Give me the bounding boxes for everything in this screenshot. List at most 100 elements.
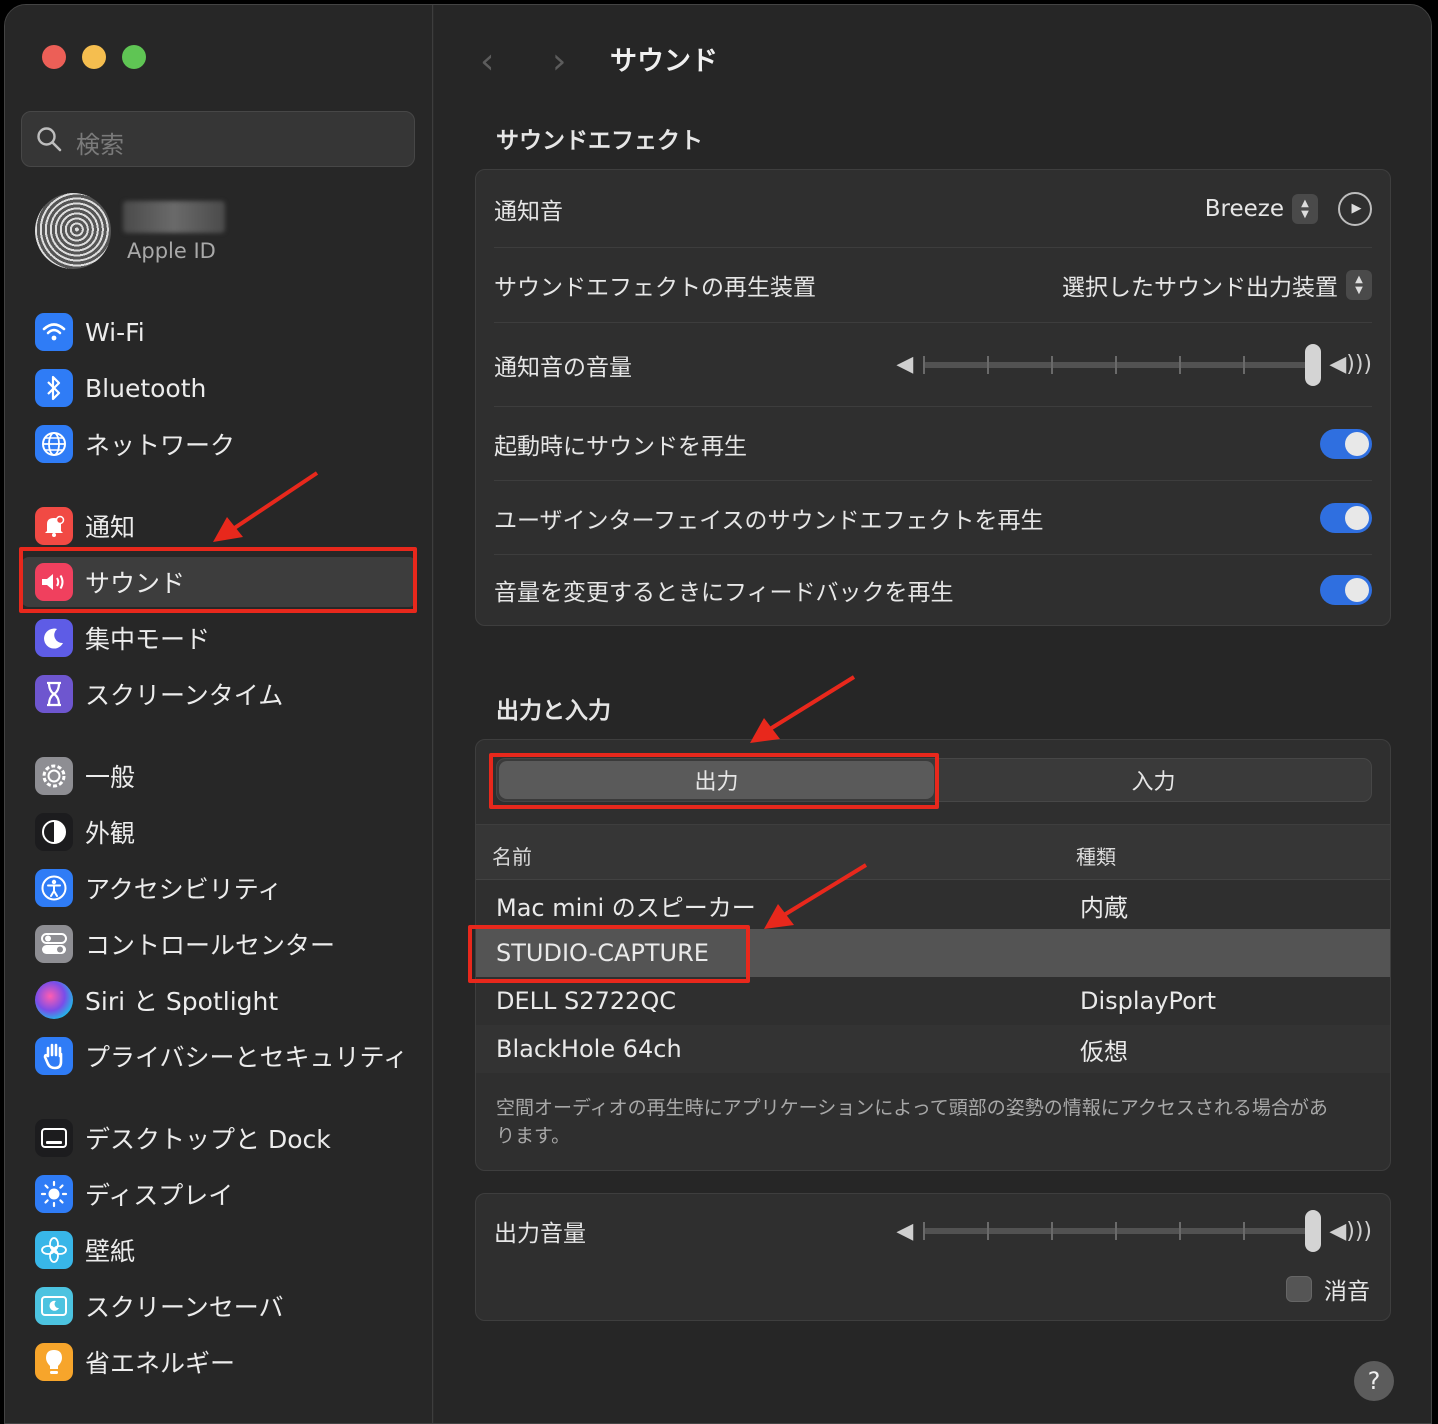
device-type: 仮想 xyxy=(1080,1037,1128,1066)
volume-feedback-row: 音量を変更するときにフィードバックを再生 xyxy=(494,555,1372,625)
speaker-icon xyxy=(35,563,73,601)
appearance-icon xyxy=(35,813,73,851)
sidebar: 検索 Apple ID Wi-Fi Bluetooth ネットワーク 通知 サウ… xyxy=(5,5,433,1423)
sidebar-item-label: 通知 xyxy=(85,513,136,542)
sidebar-item-appearance[interactable]: 外観 xyxy=(21,807,417,857)
play-device-popup[interactable]: 選択したサウンド出力装置 ▲ ▼ xyxy=(1062,268,1372,302)
help-button[interactable]: ? xyxy=(1354,1361,1394,1401)
startup-sound-toggle[interactable] xyxy=(1320,428,1372,459)
sidebar-item-label: 集中モード xyxy=(85,625,211,654)
sidebar-item-energy-saver[interactable]: 省エネルギー xyxy=(21,1337,417,1387)
alert-volume-label: 通知音の音量 xyxy=(494,354,632,381)
sidebar-item-label: プライバシーとセキュリティ xyxy=(85,1043,409,1072)
sidebar-item-label: コントロールセンター xyxy=(85,931,336,960)
sidebar-item-control-center[interactable]: コントロールセンター xyxy=(21,919,417,969)
sidebar-item-wifi[interactable]: Wi-Fi xyxy=(21,307,417,357)
hourglass-icon xyxy=(35,675,73,713)
hand-icon xyxy=(35,1037,73,1075)
sidebar-item-bluetooth[interactable]: Bluetooth xyxy=(21,363,417,413)
ui-sounds-toggle[interactable] xyxy=(1320,502,1372,533)
zoom-button[interactable] xyxy=(122,45,146,69)
sidebar-item-screen-saver[interactable]: スクリーンセーバ xyxy=(21,1281,417,1331)
sidebar-item-desktop-dock[interactable]: デスクトップと Dock xyxy=(21,1113,417,1163)
back-button[interactable]: ‹ xyxy=(480,41,494,82)
sidebar-item-label: 壁紙 xyxy=(85,1237,136,1266)
sidebar-item-label: Bluetooth xyxy=(85,373,207,403)
toggles-icon xyxy=(35,925,73,963)
output-input-tabs: 出力 入力 xyxy=(496,758,1372,802)
search-field[interactable]: 検索 xyxy=(21,111,415,167)
sidebar-item-wallpaper[interactable]: 壁紙 xyxy=(21,1225,417,1275)
alert-volume-slider[interactable] xyxy=(923,343,1322,386)
apple-id-label: Apple ID xyxy=(127,239,216,263)
sidebar-item-privacy[interactable]: プライバシーとセキュリティ xyxy=(21,1031,417,1081)
close-button[interactable] xyxy=(42,45,66,69)
device-name: STUDIO-CAPTURE xyxy=(496,939,709,967)
column-header-name[interactable]: 名前 xyxy=(492,841,532,870)
alert-sound-label: 通知音 xyxy=(494,198,563,225)
sidebar-item-label: 外観 xyxy=(85,819,136,848)
ui-sounds-label: ユーザインターフェイスのサウンドエフェクトを再生 xyxy=(494,507,1044,534)
speaker-low-icon: ◀ xyxy=(896,352,914,377)
sidebar-item-displays[interactable]: ディスプレイ xyxy=(21,1169,417,1219)
search-icon xyxy=(37,127,62,152)
alert-sound-value: Breeze xyxy=(1204,195,1284,222)
apple-id-item[interactable]: Apple ID xyxy=(35,193,225,269)
sun-icon xyxy=(35,1175,73,1213)
alert-sound-row: 通知音 Breeze ▲ ▼ ▶ xyxy=(494,170,1372,248)
sidebar-item-label: 省エネルギー xyxy=(85,1349,236,1378)
avatar xyxy=(35,193,111,269)
annotation-arrow xyxy=(750,675,856,743)
table-row[interactable]: BlackHole 64ch 仮想 xyxy=(476,1025,1390,1073)
sidebar-item-sound[interactable]: サウンド xyxy=(21,557,417,607)
forward-button[interactable]: › xyxy=(552,41,566,82)
volume-feedback-toggle[interactable] xyxy=(1320,575,1372,605)
sidebar-item-network[interactable]: ネットワーク xyxy=(21,419,417,469)
output-volume-label: 出力音量 xyxy=(494,1221,586,1247)
mute-checkbox[interactable]: 消音 xyxy=(1286,1272,1370,1306)
moon-icon xyxy=(35,619,73,657)
sidebar-item-screen-time[interactable]: スクリーンタイム xyxy=(21,669,417,719)
section-title-output-input: 出力と入力 xyxy=(496,698,611,724)
play-device-value: 選択したサウンド出力装置 xyxy=(1062,275,1338,301)
slider-thumb[interactable] xyxy=(1305,343,1322,386)
tab-output[interactable]: 出力 xyxy=(499,761,934,799)
sidebar-item-siri-spotlight[interactable]: Siri と Spotlight xyxy=(21,975,417,1025)
slider-thumb[interactable] xyxy=(1305,1210,1322,1252)
sidebar-item-general[interactable]: 一般 xyxy=(21,751,417,801)
section-title-sound-effects: サウンドエフェクト xyxy=(496,128,703,154)
sidebar-item-label: デスクトップと Dock xyxy=(85,1125,331,1154)
device-name: Mac mini のスピーカー xyxy=(496,893,756,922)
table-row[interactable]: DELL S2722QC DisplayPort xyxy=(476,977,1390,1025)
main-pane: ‹ › サウンド サウンドエフェクト 通知音 Breeze ▲ ▼ ▶ サウンドエ… xyxy=(434,5,1431,1423)
startup-sound-row: 起動時にサウンドを再生 xyxy=(494,407,1372,481)
sidebar-item-label: Siri と Spotlight xyxy=(85,987,279,1016)
sidebar-item-label: ディスプレイ xyxy=(85,1181,234,1210)
checkbox-box[interactable] xyxy=(1286,1276,1312,1302)
sidebar-item-label: Wi-Fi xyxy=(85,317,145,347)
bell-icon xyxy=(35,507,73,545)
siri-icon xyxy=(35,981,73,1019)
output-volume-row: 出力音量 ◀ ◀))) xyxy=(494,1194,1372,1268)
globe-icon xyxy=(35,425,73,463)
accessibility-icon xyxy=(35,869,73,907)
tab-input[interactable]: 入力 xyxy=(936,759,1371,801)
table-row[interactable]: Mac mini のスピーカー 内蔵 xyxy=(476,881,1390,929)
sidebar-item-label: 一般 xyxy=(85,763,136,792)
device-table-header: 名前 種類 xyxy=(476,824,1390,880)
minimize-button[interactable] xyxy=(82,45,106,69)
speaker-high-icon: ◀))) xyxy=(1329,1218,1372,1244)
alert-sound-popup[interactable]: Breeze ▲ ▼ xyxy=(1204,193,1318,224)
column-header-type[interactable]: 種類 xyxy=(1076,841,1116,870)
sidebar-item-accessibility[interactable]: アクセシビリティ xyxy=(21,863,417,913)
output-volume-slider[interactable] xyxy=(923,1210,1322,1252)
play-button[interactable]: ▶ xyxy=(1338,191,1372,226)
sidebar-item-notifications[interactable]: 通知 xyxy=(21,501,417,551)
table-row-selected[interactable]: STUDIO-CAPTURE xyxy=(476,929,1390,977)
gear-icon xyxy=(35,757,73,795)
page-title: サウンド xyxy=(610,46,718,77)
sidebar-item-focus[interactable]: 集中モード xyxy=(21,613,417,663)
volume-feedback-label: 音量を変更するときにフィードバックを再生 xyxy=(494,580,954,606)
search-placeholder: 検索 xyxy=(76,131,124,159)
sidebar-item-label: スクリーンセーバ xyxy=(85,1293,284,1322)
